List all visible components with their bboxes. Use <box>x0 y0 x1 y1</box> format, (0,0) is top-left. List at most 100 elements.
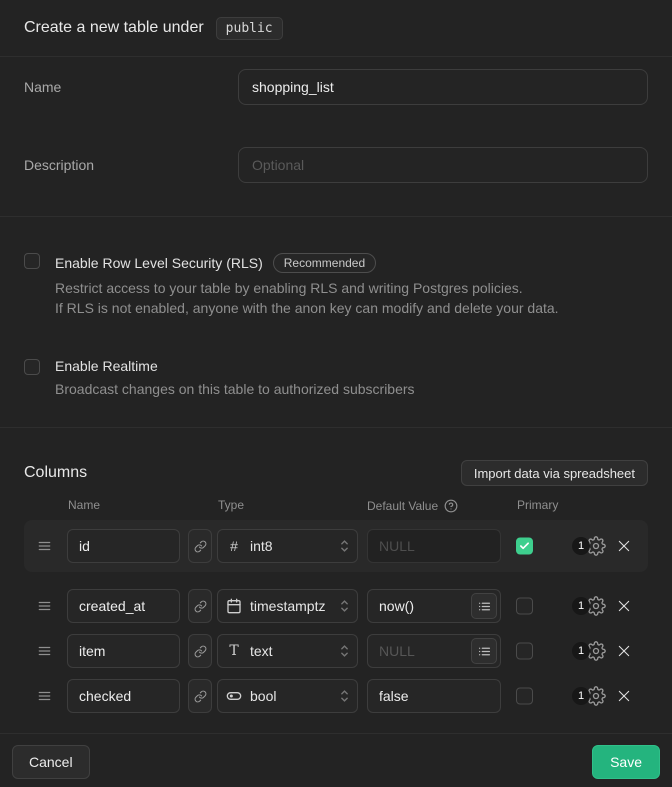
drag-handle-icon[interactable] <box>37 599 52 613</box>
realtime-description: Broadcast changes on this table to autho… <box>55 379 415 399</box>
options-section: Enable Row Level Security (RLS) Recommen… <box>0 217 672 428</box>
recommended-badge: Recommended <box>273 253 376 273</box>
remove-column-button[interactable] <box>616 537 634 555</box>
column-settings-button[interactable]: 1 <box>572 685 606 707</box>
column-type-select[interactable]: bool <box>217 679 358 713</box>
foreign-key-button[interactable] <box>188 634 212 668</box>
columns-header: Columns Import data via spreadsheet <box>0 428 672 486</box>
default-value-wrap <box>367 679 501 713</box>
chevron-up-down-icon <box>340 643 349 659</box>
table-name-input[interactable] <box>238 69 648 105</box>
primary-checkbox[interactable] <box>516 598 533 615</box>
description-label: Description <box>24 147 238 173</box>
remove-column-button[interactable] <box>616 597 634 615</box>
list-icon <box>478 600 491 613</box>
calendar-icon <box>226 598 242 614</box>
close-icon <box>616 688 632 704</box>
save-button[interactable]: Save <box>592 745 660 779</box>
rls-description-line2: If RLS is not enabled, anyone with the a… <box>55 298 559 318</box>
dialog-header: Create a new table under public <box>0 0 672 57</box>
header-default-value: Default Value <box>367 499 458 513</box>
default-value-wrap <box>367 529 501 563</box>
link-icon <box>194 600 207 613</box>
realtime-content: Enable Realtime Broadcast changes on thi… <box>55 359 415 399</box>
chevron-up-down-icon <box>340 538 349 554</box>
foreign-key-button[interactable] <box>188 529 212 563</box>
name-row: Name <box>24 69 648 105</box>
column-row-checked: bool 1 <box>0 679 672 713</box>
column-name-input[interactable] <box>67 679 180 713</box>
rls-toggle-row: Enable Row Level Security (RLS) Recommen… <box>24 253 648 318</box>
column-rows: # int8 1 <box>0 520 672 713</box>
primary-checkbox[interactable] <box>516 538 533 555</box>
chevron-up-down-icon <box>340 598 349 614</box>
cancel-button[interactable]: Cancel <box>12 745 90 779</box>
column-name-input[interactable] <box>67 634 180 668</box>
default-value-suggestions-button[interactable] <box>471 593 497 619</box>
drag-handle-icon[interactable] <box>37 644 52 658</box>
settings-count-badge: 1 <box>572 642 590 660</box>
dialog-title: Create a new table under <box>24 19 204 37</box>
table-description-input[interactable] <box>238 147 648 183</box>
header-primary: Primary <box>517 499 558 512</box>
rls-checkbox[interactable] <box>24 253 40 269</box>
schema-chip: public <box>216 17 283 40</box>
realtime-checkbox[interactable] <box>24 359 40 375</box>
create-table-dialog: Create a new table under public Name Des… <box>0 0 672 787</box>
settings-count-badge: 1 <box>572 687 590 705</box>
close-icon <box>616 643 632 659</box>
link-icon <box>194 645 207 658</box>
dialog-footer: Cancel Save <box>0 734 672 787</box>
name-label: Name <box>24 69 238 95</box>
column-type-select[interactable]: # int8 <box>217 529 358 563</box>
import-spreadsheet-button[interactable]: Import data via spreadsheet <box>461 460 648 486</box>
remove-column-button[interactable] <box>616 687 634 705</box>
rls-label: Enable Row Level Security (RLS) <box>55 256 263 271</box>
column-type-select[interactable]: T text <box>217 634 358 668</box>
default-value-wrap <box>367 634 501 668</box>
primary-checkbox[interactable] <box>516 688 533 705</box>
realtime-toggle-row: Enable Realtime Broadcast changes on thi… <box>24 359 648 399</box>
help-icon[interactable] <box>444 499 458 513</box>
column-type-value: timestamptz <box>250 598 332 614</box>
rls-title-line: Enable Row Level Security (RLS) Recommen… <box>55 253 559 273</box>
close-icon <box>616 538 632 554</box>
columns-title: Columns <box>24 460 87 486</box>
column-name-input[interactable] <box>67 529 180 563</box>
foreign-key-button[interactable] <box>188 589 212 623</box>
primary-checkbox[interactable] <box>516 643 533 660</box>
hash-icon: # <box>226 538 242 554</box>
header-default-label: Default Value <box>367 500 438 513</box>
link-icon <box>194 690 207 703</box>
column-type-value: bool <box>250 688 332 704</box>
description-row: Description <box>24 147 648 183</box>
check-icon <box>519 541 530 552</box>
column-type-value: text <box>250 643 332 659</box>
column-name-input[interactable] <box>67 589 180 623</box>
default-value-suggestions-button[interactable] <box>471 638 497 664</box>
table-info-section: Name Description <box>0 57 672 217</box>
column-type-select[interactable]: timestamptz <box>217 589 358 623</box>
column-settings-button[interactable]: 1 <box>572 595 606 617</box>
header-type: Type <box>218 499 244 512</box>
default-value-input[interactable] <box>367 679 501 713</box>
column-settings-button[interactable]: 1 <box>572 535 606 557</box>
column-row-item: T text 1 <box>0 634 672 668</box>
drag-handle-icon[interactable] <box>37 539 52 553</box>
column-row-created-at: timestamptz 1 <box>0 589 672 623</box>
close-icon <box>616 598 632 614</box>
rls-description-line1: Restrict access to your table by enablin… <box>55 278 559 298</box>
text-icon: T <box>226 643 242 659</box>
list-icon <box>478 645 491 658</box>
default-value-wrap <box>367 589 501 623</box>
settings-count-badge: 1 <box>572 597 590 615</box>
drag-handle-icon[interactable] <box>37 689 52 703</box>
column-row-id: # int8 1 <box>0 520 672 572</box>
toggle-icon <box>226 688 242 704</box>
rls-content: Enable Row Level Security (RLS) Recommen… <box>55 253 559 318</box>
foreign-key-button[interactable] <box>188 679 212 713</box>
columns-section: Columns Import data via spreadsheet Name… <box>0 428 672 734</box>
header-name: Name <box>68 499 100 512</box>
column-settings-button[interactable]: 1 <box>572 640 606 662</box>
remove-column-button[interactable] <box>616 642 634 660</box>
